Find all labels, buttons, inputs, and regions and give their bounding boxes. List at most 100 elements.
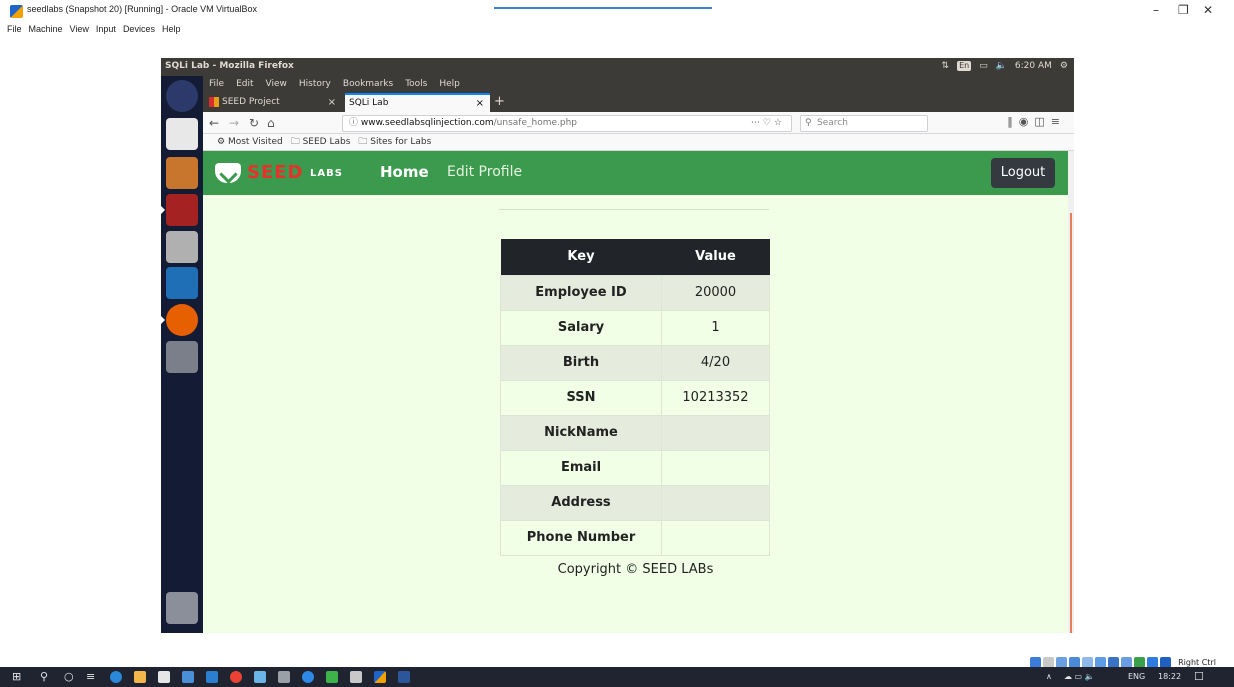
wireshark-icon[interactable] <box>166 267 198 299</box>
ff-menu-view[interactable]: View <box>266 76 287 92</box>
maximize-icon[interactable]: ❐ <box>1178 3 1189 17</box>
tab-sqli-lab[interactable]: SQLi Lab × <box>345 93 490 112</box>
ff-menu-edit[interactable]: Edit <box>236 76 253 92</box>
explorer-icon[interactable] <box>134 671 146 683</box>
search-input[interactable]: Search <box>800 115 928 132</box>
row-key: Email <box>500 449 662 486</box>
search-icon[interactable]: ⚲ <box>40 670 48 683</box>
ff-menu-bookmarks[interactable]: Bookmarks <box>343 76 393 92</box>
battery-icon[interactable]: ▭ <box>979 61 988 71</box>
host-menu-machine[interactable]: Machine <box>29 24 63 40</box>
logout-button[interactable]: Logout <box>991 158 1055 188</box>
site-info-icon[interactable]: ⓘ <box>349 118 358 128</box>
page-scrollbar[interactable] <box>1068 151 1074 633</box>
back-icon[interactable]: ← <box>209 115 219 131</box>
host-menu-bar: File Machine View Input Devices Help <box>0 24 180 40</box>
file-manager-icon[interactable] <box>166 231 198 263</box>
tab-close-icon[interactable]: × <box>476 95 484 112</box>
row-key: NickName <box>500 414 662 451</box>
terminal-icon[interactable] <box>161 194 198 226</box>
host-menu-view[interactable]: View <box>70 24 89 40</box>
task-view-icon[interactable]: ≡ <box>86 670 95 683</box>
ff-menu-file[interactable]: File <box>209 76 224 92</box>
heading-fragment: ​ <box>499 195 769 204</box>
ubuntu-clock[interactable]: 6:20 AM <box>1015 61 1052 71</box>
taskbar-lang[interactable]: ENG <box>1128 672 1145 681</box>
table-row: Salary 1 <box>500 309 770 346</box>
word-icon[interactable] <box>398 671 410 683</box>
row-value <box>661 484 770 521</box>
taskbar-clock[interactable]: 18:22 <box>1158 672 1181 681</box>
table-row: SSN 10213352 <box>500 379 770 416</box>
row-key: Employee ID <box>500 274 662 311</box>
nav-edit-profile-link[interactable]: Edit Profile <box>447 164 522 180</box>
virtualbox-taskbar-icon[interactable] <box>374 671 386 683</box>
scrollbar-thumb[interactable] <box>1070 213 1072 633</box>
table-header-key: Key <box>500 239 662 275</box>
system-settings-icon[interactable] <box>166 341 198 373</box>
seed-favicon-icon <box>209 96 219 107</box>
bookmark-seed-labs[interactable]: 🗀 SEED Labs <box>291 134 351 150</box>
windows-start-icon[interactable]: ⊞ <box>12 670 21 683</box>
mail-icon[interactable] <box>182 671 194 683</box>
ff-menu-tools[interactable]: Tools <box>405 76 427 92</box>
tab-close-icon[interactable]: × <box>328 93 336 112</box>
app-icon-4[interactable] <box>350 671 362 683</box>
nav-home-link[interactable]: Home <box>380 163 429 181</box>
app-icon-2[interactable] <box>278 671 290 683</box>
url-bar[interactable]: ⓘ www.seedlabsqlinjection.com/unsafe_hom… <box>342 115 792 132</box>
sublime-text-icon[interactable] <box>166 157 198 189</box>
tab-seed-project[interactable]: SEED Project × <box>205 93 342 112</box>
shield-icon <box>215 163 241 183</box>
bookmark-sites-for-labs[interactable]: 🗀 Sites for Labs <box>358 134 431 150</box>
unity-launcher <box>161 76 203 633</box>
edge-icon[interactable] <box>110 671 122 683</box>
forward-icon[interactable]: → <box>229 115 239 131</box>
table-row: Address <box>500 484 770 521</box>
row-value <box>661 449 770 486</box>
new-tab-icon[interactable]: + <box>494 93 505 110</box>
url-path: /unsafe_home.php <box>493 118 577 128</box>
row-key: Address <box>500 484 662 521</box>
host-menu-help[interactable]: Help <box>162 24 181 40</box>
store-icon[interactable] <box>158 671 170 683</box>
telegram-icon[interactable] <box>302 671 314 683</box>
toolbar-icons[interactable]: ‖◉◫≡ <box>1007 115 1066 128</box>
network-arrows-icon[interactable]: ⇅ <box>942 61 950 71</box>
host-title-bar: seedlabs (Snapshot 20) [Running] - Oracl… <box>0 0 1234 22</box>
bookmarks-bar: ⚙ Most Visited 🗀 SEED Labs 🗀 Sites for L… <box>203 134 1074 151</box>
chrome-icon[interactable] <box>230 671 242 683</box>
seed-labs-logo[interactable]: SEED LABS <box>215 162 342 184</box>
table-row: NickName <box>500 414 770 451</box>
cortana-icon[interactable]: ○ <box>64 670 74 683</box>
settings-gear-icon[interactable]: ⚙ <box>1060 61 1068 71</box>
ff-menu-history[interactable]: History <box>299 76 331 92</box>
ubuntu-indicators: ⇅ En ▭ 🔈 6:20 AM ⚙ <box>942 61 1068 71</box>
vscode-icon[interactable] <box>206 671 218 683</box>
host-menu-input[interactable]: Input <box>96 24 116 40</box>
notification-icon[interactable]: ☐ <box>1194 670 1204 683</box>
firefox-icon[interactable] <box>161 304 198 336</box>
keyboard-lang-indicator[interactable]: En <box>957 61 972 71</box>
page-actions-icon[interactable]: ⋯♡☆ <box>751 116 785 131</box>
tray-icons[interactable]: ☁ ▭ 🔈 <box>1064 672 1095 681</box>
tray-overflow-icon[interactable]: ∧ <box>1046 672 1052 681</box>
row-value: 1 <box>661 309 770 346</box>
minimize-icon[interactable]: – <box>1153 3 1159 17</box>
host-menu-devices[interactable]: Devices <box>123 24 155 40</box>
host-menu-file[interactable]: File <box>7 24 22 40</box>
volume-icon[interactable]: 🔈 <box>996 61 1007 71</box>
ff-menu-help[interactable]: Help <box>439 76 460 92</box>
app-icon-3[interactable] <box>326 671 338 683</box>
home-icon[interactable]: ⌂ <box>267 115 275 131</box>
bookmark-most-visited[interactable]: ⚙ Most Visited <box>217 134 283 150</box>
reload-icon[interactable]: ↻ <box>249 115 259 131</box>
app-icon-1[interactable] <box>254 671 266 683</box>
ubuntu-dash-icon[interactable] <box>166 80 198 112</box>
trash-icon[interactable] <box>166 592 198 624</box>
text-editor-icon[interactable] <box>166 118 198 150</box>
logo-seed-text: SEED <box>247 162 304 183</box>
close-icon[interactable]: ✕ <box>1203 3 1213 17</box>
row-value <box>661 414 770 451</box>
host-window-title: seedlabs (Snapshot 20) [Running] - Oracl… <box>27 4 257 14</box>
